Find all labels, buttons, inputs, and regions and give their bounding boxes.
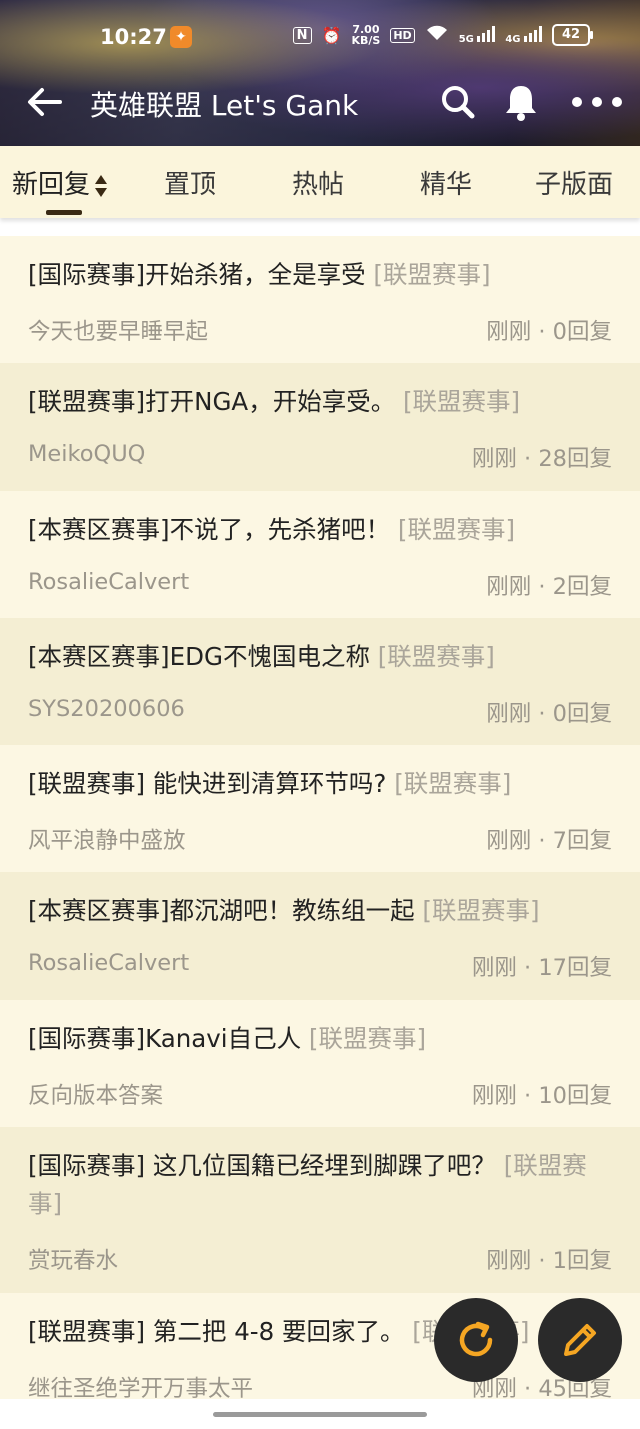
signal-5g: 5G <box>459 25 496 45</box>
post-title: [本赛区赛事]EDG不愧国电之称 <box>28 642 370 671</box>
post-title: [联盟赛事] 第二把 4-8 要回家了。 <box>28 1317 405 1346</box>
post-meta: 刚刚 · 0回复 <box>486 319 612 345</box>
page-title: 英雄联盟 Let's Gank <box>90 89 359 122</box>
tab-pinned[interactable]: 置顶 <box>164 164 216 201</box>
post-tag: [联盟赛事] <box>377 642 495 671</box>
sort-icon <box>95 174 108 197</box>
back-arrow-icon[interactable] <box>24 82 64 122</box>
home-indicator[interactable] <box>213 1412 427 1417</box>
post-meta: 刚刚 · 1回复 <box>486 1248 612 1274</box>
active-tab-indicator <box>46 210 82 215</box>
post-tag: [联盟赛事] <box>373 260 491 289</box>
post-meta: 刚刚 · 10回复 <box>471 1083 612 1109</box>
post-tag: [联盟赛事] <box>308 1024 427 1053</box>
tab-featured[interactable]: 精华 <box>420 164 472 201</box>
list-item[interactable]: [本赛区赛事]EDG不愧国电之称 [联盟赛事] SYS20200606 刚刚 ·… <box>0 618 640 745</box>
post-author: SYS20200606 <box>28 696 185 722</box>
list-item[interactable]: [联盟赛事]打开NGA，开始享受。 [联盟赛事] MeikoQUQ 刚刚 · 2… <box>0 363 640 491</box>
list-item[interactable]: [国际赛事] 这几位国籍已经埋到脚踝了吧？ [联盟赛事] 赏玩春水 刚刚 · 1… <box>0 1127 640 1293</box>
refresh-icon <box>459 1321 493 1357</box>
tab-bar: 新回复 置顶 热帖 精华 子版面 <box>0 146 640 218</box>
list-item[interactable]: [联盟赛事] 能快进到清算环节吗? [联盟赛事] 风平浪静中盛放 刚刚 · 7回… <box>0 745 640 872</box>
list-item[interactable]: [本赛区赛事]不说了，先杀猪吧！ [联盟赛事] RosalieCalvert 刚… <box>0 491 640 618</box>
post-tag: [联盟赛事] <box>397 515 516 544</box>
title-bar: 英雄联盟 Let's Gank <box>0 72 640 132</box>
network-speed: 7.00 KB/S <box>351 23 381 47</box>
status-time: 10:27 <box>100 25 167 49</box>
new-post-button[interactable] <box>538 1298 622 1382</box>
post-meta: 刚刚 · 28回复 <box>471 446 612 472</box>
system-nav-bar <box>0 1399 640 1429</box>
post-title: [联盟赛事] 能快进到清算环节吗? <box>28 769 387 798</box>
nfc-icon: N <box>292 26 312 44</box>
post-author: RosalieCalvert <box>28 950 190 976</box>
post-title: [国际赛事] 这几位国籍已经埋到脚踝了吧？ <box>28 1151 496 1180</box>
signal-4g: 4G <box>505 25 542 45</box>
post-title: [国际赛事]Kanavi自己人 <box>28 1024 302 1053</box>
post-author: MeikoQUQ <box>28 441 146 467</box>
post-author: RosalieCalvert <box>28 569 190 595</box>
post-author: 今天也要早睡早起 <box>28 319 209 345</box>
post-tag: [联盟赛事] <box>403 387 521 416</box>
list-item[interactable]: [国际赛事]开始杀猪，全是享受 [联盟赛事] 今天也要早睡早起 刚刚 · 0回复 <box>0 236 640 363</box>
post-title: [本赛区赛事]都沉湖吧！教练组一起 <box>28 896 415 925</box>
post-list: [国际赛事]开始杀猪，全是享受 [联盟赛事] 今天也要早睡早起 刚刚 · 0回复… <box>0 236 640 1405</box>
edit-icon <box>564 1324 596 1356</box>
wifi-icon <box>425 24 449 46</box>
tab-hot[interactable]: 热帖 <box>292 164 344 201</box>
post-tag: [联盟赛事] <box>394 769 512 798</box>
post-author: 赏玩春水 <box>28 1248 119 1274</box>
list-item[interactable]: [本赛区赛事]都沉湖吧！教练组一起 [联盟赛事] RosalieCalvert … <box>0 872 640 1000</box>
post-title: [国际赛事]开始杀猪，全是享受 <box>28 260 366 289</box>
search-icon[interactable] <box>440 84 476 120</box>
post-meta: 刚刚 · 2回复 <box>486 574 612 600</box>
more-icon[interactable] <box>570 92 624 112</box>
post-meta: 刚刚 · 17回复 <box>471 955 612 981</box>
post-title: [本赛区赛事]不说了，先杀猪吧！ <box>28 515 391 544</box>
post-meta: 刚刚 · 7回复 <box>486 828 612 854</box>
list-item[interactable]: [国际赛事]Kanavi自己人 [联盟赛事] 反向版本答案 刚刚 · 10回复 <box>0 1000 640 1127</box>
battery-icon: 42 <box>552 24 593 46</box>
status-bar: 10:27 ✦ N ⏰ 7.00 KB/S HD 5G 4G 42 <box>0 18 640 58</box>
tab-subforums[interactable]: 子版面 <box>535 164 613 201</box>
bell-icon[interactable] <box>503 82 539 122</box>
refresh-button[interactable] <box>434 1298 518 1382</box>
hd-icon: HD <box>390 27 415 43</box>
post-tag: [联盟赛事] <box>422 896 540 925</box>
tab-new-replies[interactable]: 新回复 <box>12 164 108 201</box>
alarm-icon: ⏰ <box>321 25 342 45</box>
post-meta: 刚刚 · 0回复 <box>486 701 612 727</box>
notification-app-icon: ✦ <box>170 26 192 48</box>
post-author: 风平浪静中盛放 <box>28 828 186 854</box>
post-author: 反向版本答案 <box>28 1083 164 1109</box>
post-title: [联盟赛事]打开NGA，开始享受。 <box>28 387 396 416</box>
